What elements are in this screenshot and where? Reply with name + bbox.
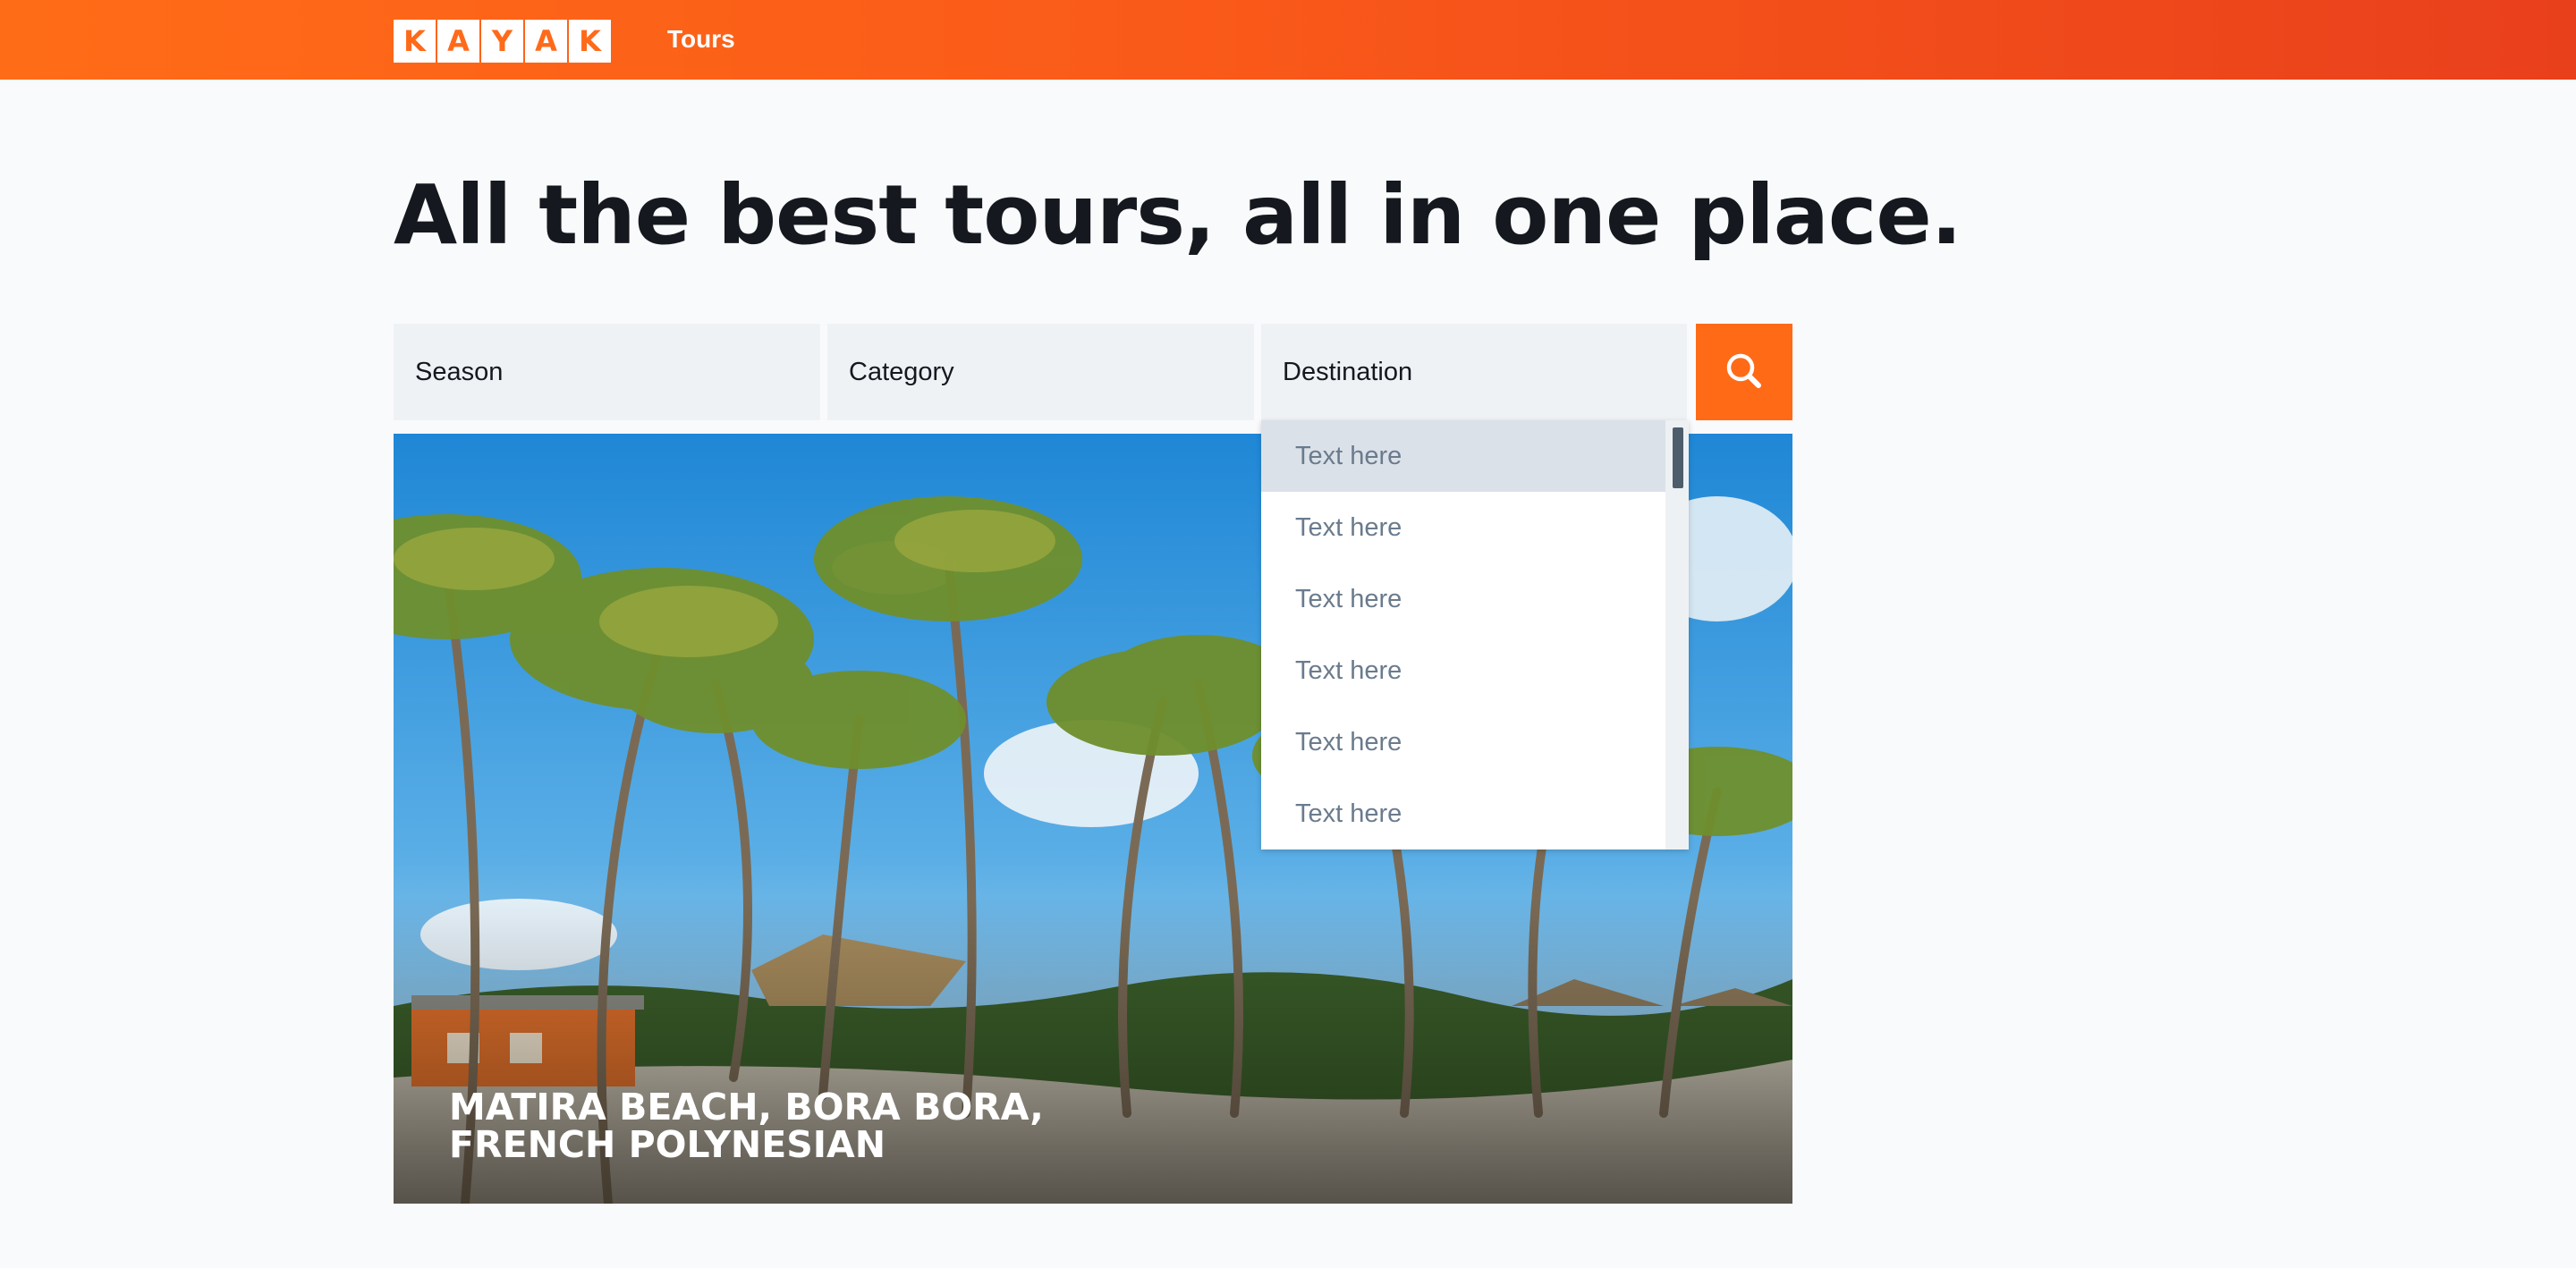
top-bar: K A Y A K Tours <box>0 0 2576 80</box>
destination-dropdown[interactable]: Text here Text here Text here Text here … <box>1261 420 1689 850</box>
nav-link-tours[interactable]: Tours <box>667 25 735 54</box>
search-icon <box>1724 351 1764 393</box>
kayak-logo[interactable]: K A Y A K <box>394 20 611 63</box>
hero-caption-line: FRENCH POLYNESIAN <box>449 1123 886 1166</box>
dropdown-option[interactable]: Text here <box>1261 420 1665 492</box>
dropdown-scrollbar[interactable] <box>1665 420 1689 850</box>
dropdown-option[interactable]: Text here <box>1261 778 1665 850</box>
dropdown-option[interactable]: Text here <box>1261 563 1665 635</box>
dropdown-option[interactable]: Text here <box>1261 492 1665 563</box>
page-headline: All the best tours, all in one place. <box>394 167 1962 263</box>
logo-letter: K <box>569 20 611 63</box>
dropdown-option[interactable]: Text here <box>1261 635 1665 706</box>
logo-letter: Y <box>481 20 523 63</box>
destination-label: Destination <box>1283 357 1413 386</box>
logo-letter: K <box>394 20 436 63</box>
destination-select[interactable]: Destination <box>1261 324 1687 420</box>
category-label: Category <box>849 357 954 386</box>
scrollbar-thumb[interactable] <box>1673 427 1683 488</box>
hero-caption: MATIRA BEACH, BORA BORA, FRENCH POLYNESI… <box>449 1088 1075 1163</box>
search-button[interactable] <box>1696 324 1792 420</box>
category-select[interactable]: Category <box>827 324 1254 420</box>
dropdown-option[interactable]: Text here <box>1261 706 1665 778</box>
hero-caption-line: MATIRA BEACH, BORA BORA, <box>449 1086 1044 1129</box>
season-label: Season <box>415 357 504 386</box>
season-select[interactable]: Season <box>394 324 820 420</box>
logo-letter: A <box>525 20 567 63</box>
logo-letter: A <box>437 20 479 63</box>
